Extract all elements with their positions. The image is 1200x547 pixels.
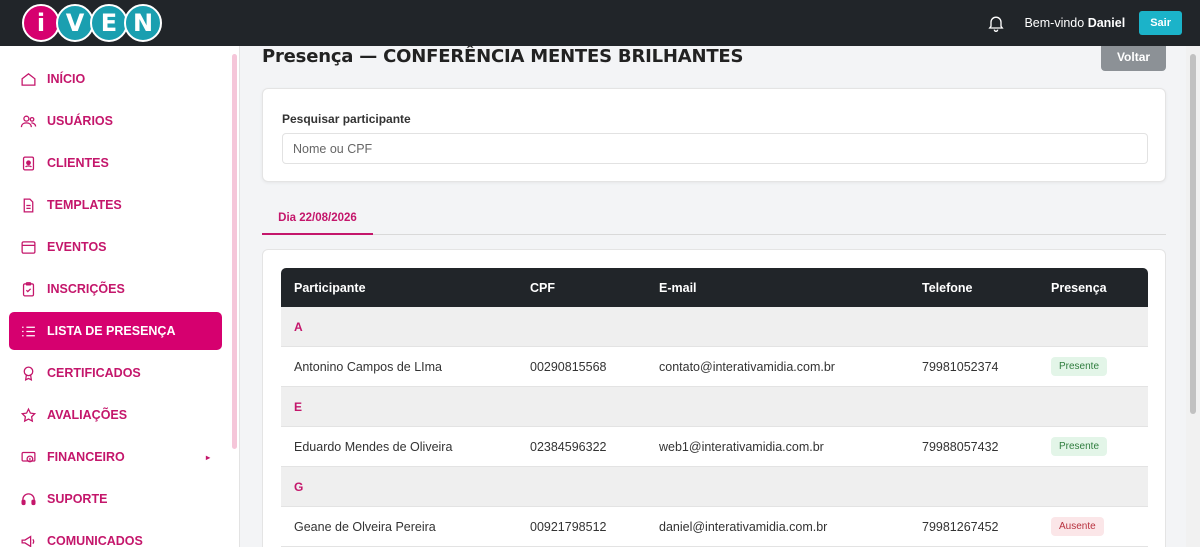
sidebar-item-avaliacoes[interactable]: AVALIAÇÕES — [9, 396, 222, 434]
sidebar-item-label: USUÁRIOS — [47, 114, 113, 128]
participant-name: Eduardo Mendes de Oliveira — [294, 439, 453, 454]
scrollbar-thumb[interactable] — [1190, 54, 1196, 414]
sidebar-item-inicio[interactable]: INÍCIO — [9, 60, 222, 98]
day-tabs: Dia 22/08/2026 — [262, 202, 1166, 235]
status-badge[interactable]: Presente — [1051, 357, 1108, 376]
sidebar-item-label: TEMPLATES — [47, 198, 122, 212]
attendance-table: Participante CPF E-mail Telefone Presenç… — [281, 268, 1148, 547]
status-badge[interactable]: Ausente — [1051, 517, 1104, 536]
participant-name: Antonino Campos de LIma — [294, 359, 443, 374]
sidebar-item-label: INÍCIO — [47, 72, 86, 86]
sidebar-item-label: CLIENTES — [47, 156, 109, 170]
sidebar-item-inscricoes[interactable]: INSCRIÇÕES — [9, 270, 222, 308]
sidebar-item-financeiro[interactable]: FINANCEIRO ▸ — [9, 438, 222, 476]
star-icon — [20, 407, 37, 422]
column-header-email: E-mail — [659, 280, 697, 295]
group-letter: A — [294, 319, 303, 334]
sidebar: INÍCIO USUÁRIOS CLIENTES TEMPLATES EVENT… — [0, 46, 240, 547]
back-button[interactable]: Voltar — [1101, 46, 1166, 71]
group-row: E — [281, 387, 1148, 427]
user-name: Daniel — [1087, 16, 1126, 30]
main-content: Presença — CONFERÊNCIA MENTES BRILHANTES… — [240, 46, 1186, 547]
group-row: A — [281, 307, 1148, 347]
participant-phone: 79981267452 — [922, 519, 999, 534]
award-icon — [23, 365, 34, 381]
search-card: Pesquisar participante — [262, 88, 1166, 182]
search-label: Pesquisar participante — [282, 112, 411, 126]
participant-email: web1@interativamidia.com.br — [659, 439, 824, 454]
money-icon — [21, 451, 36, 462]
page-title: Presença — CONFERÊNCIA MENTES BRILHANTES — [262, 46, 744, 67]
iven-logo[interactable]: i V E N — [22, 3, 162, 43]
sidebar-item-label: INSCRIÇÕES — [47, 282, 125, 296]
table-header: Participante CPF E-mail Telefone Presenç… — [281, 268, 1148, 307]
search-input[interactable] — [282, 133, 1148, 164]
sidebar-item-label: CERTIFICADOS — [47, 366, 141, 380]
sidebar-item-certificados[interactable]: CERTIFICADOS — [9, 354, 222, 392]
page-scrollbar[interactable] — [1186, 46, 1200, 547]
sidebar-scrollbar[interactable] — [232, 54, 237, 449]
table-row[interactable]: Antonino Campos de LIma 00290815568 cont… — [281, 347, 1148, 387]
column-header-cpf: CPF — [530, 280, 555, 295]
group-row: G — [281, 467, 1148, 507]
presence-cell: Presente — [1051, 347, 1108, 386]
column-header-participante: Participante — [294, 280, 366, 295]
users-icon — [20, 115, 37, 127]
chevron-right-icon[interactable]: ▸ — [206, 453, 210, 462]
presence-cell: Presente — [1051, 427, 1108, 466]
group-letter: E — [294, 399, 303, 414]
logout-button[interactable]: Sair — [1139, 11, 1182, 35]
status-badge[interactable]: Presente — [1051, 437, 1108, 456]
headset-icon — [21, 492, 36, 505]
top-navbar: i V E N Bem-vindo Daniel Sair — [0, 0, 1200, 46]
header-user-area: Bem-vindo Daniel Sair — [986, 0, 1182, 46]
participant-email: contato@interativamidia.com.br — [659, 359, 835, 374]
participant-name: Geane de Olveira Pereira — [294, 519, 436, 534]
sidebar-item-usuarios[interactable]: USUÁRIOS — [9, 102, 222, 140]
table-row[interactable]: Eduardo Mendes de Oliveira 02384596322 w… — [281, 427, 1148, 467]
sidebar-item-label: COMUNICADOS — [47, 534, 143, 547]
sidebar-item-label: FINANCEIRO — [47, 450, 125, 464]
logo-letter-e: E — [90, 4, 128, 42]
calendar-window-icon — [21, 240, 36, 254]
table-row[interactable]: Geane de Olveira Pereira 00921798512 dan… — [281, 507, 1148, 547]
sidebar-item-label: LISTA DE PRESENÇA — [47, 324, 176, 338]
home-icon — [21, 72, 36, 86]
column-header-telefone: Telefone — [922, 280, 973, 295]
sidebar-item-templates[interactable]: TEMPLATES — [9, 186, 222, 224]
bell-icon[interactable] — [986, 13, 1006, 33]
participant-cpf: 02384596322 — [530, 439, 607, 454]
participant-cpf: 00921798512 — [530, 519, 607, 534]
attendance-table-card: Participante CPF E-mail Telefone Presenç… — [262, 249, 1166, 547]
sidebar-item-label: AVALIAÇÕES — [47, 408, 128, 422]
participant-phone: 79981052374 — [922, 359, 999, 374]
group-letter: G — [294, 479, 304, 494]
column-header-presenca: Presença — [1051, 280, 1107, 295]
participant-cpf: 00290815568 — [530, 359, 607, 374]
clipboard-icon — [22, 281, 35, 297]
sidebar-item-suporte[interactable]: SUPORTE — [9, 480, 222, 518]
presence-cell: Ausente — [1051, 507, 1104, 546]
participant-email: daniel@interativamidia.com.br — [659, 519, 828, 534]
client-badge-icon — [22, 155, 35, 171]
logo-letter-n: N — [124, 4, 162, 42]
sidebar-item-label: EVENTOS — [47, 240, 107, 254]
welcome-text: Bem-vindo Daniel — [1024, 16, 1126, 30]
list-icon — [22, 326, 35, 336]
document-icon — [23, 197, 34, 213]
sidebar-item-lista-de-presenca[interactable]: LISTA DE PRESENÇA — [9, 312, 222, 350]
participant-phone: 79988057432 — [922, 439, 999, 454]
logo-letter-i: i — [22, 4, 60, 42]
megaphone-icon — [21, 534, 35, 547]
sidebar-item-eventos[interactable]: EVENTOS — [9, 228, 222, 266]
tab-day[interactable]: Dia 22/08/2026 — [262, 202, 373, 235]
sidebar-item-clientes[interactable]: CLIENTES — [9, 144, 222, 182]
sidebar-item-label: SUPORTE — [47, 492, 108, 506]
sidebar-item-comunicados[interactable]: COMUNICADOS — [9, 522, 222, 547]
logo-letter-v: V — [56, 4, 94, 42]
